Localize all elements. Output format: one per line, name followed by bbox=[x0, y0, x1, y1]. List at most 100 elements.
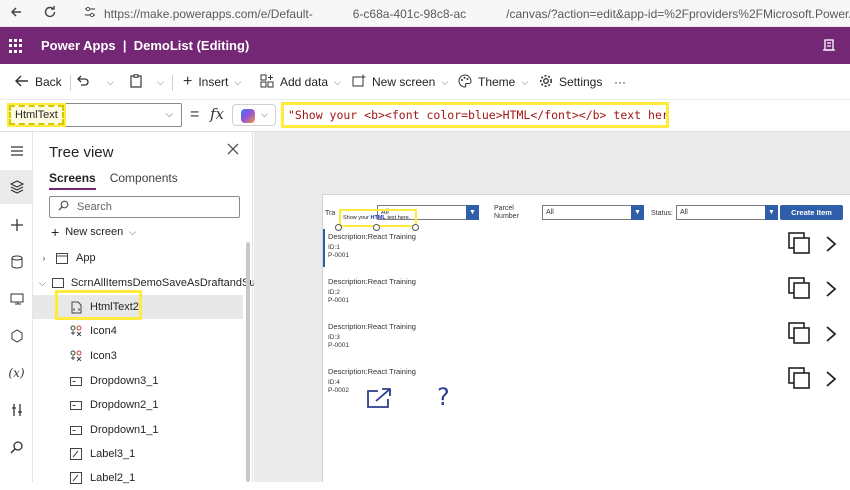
filter-label-1: Tra bbox=[325, 210, 336, 217]
copy-icon[interactable] bbox=[787, 276, 811, 300]
arrow-left-icon bbox=[15, 74, 29, 90]
more-button[interactable]: ··· bbox=[614, 73, 626, 91]
tree-node-dropdown1-1[interactable]: Dropdown1_1 bbox=[33, 418, 243, 442]
address-bar[interactable]: https://make.powerapps.com/e/Default- 6-… bbox=[76, 3, 850, 24]
tab-screens[interactable]: Screens bbox=[49, 171, 96, 190]
back-arrow-icon[interactable] bbox=[8, 5, 24, 21]
paste-button[interactable] bbox=[130, 73, 148, 91]
tree-node-icon3[interactable]: Icon3 bbox=[33, 344, 243, 368]
share-icon[interactable] bbox=[366, 387, 392, 409]
chevron-right-icon[interactable] bbox=[825, 325, 837, 343]
theme-button[interactable]: Theme ⌵ bbox=[458, 73, 528, 91]
environment-icon[interactable] bbox=[822, 38, 836, 52]
screen-icon bbox=[51, 277, 64, 289]
gallery-item[interactable]: Description:React Training ID:3 P-0001 bbox=[323, 319, 850, 364]
chevron-down-icon[interactable]: ▼ bbox=[466, 205, 479, 220]
tree-node-label: App bbox=[76, 252, 96, 264]
canvas-area: Tra All ▼ Show your HTML text here. Parc… bbox=[254, 132, 850, 482]
copy-icon[interactable] bbox=[787, 231, 811, 255]
undo-dropdown[interactable]: ⌵ bbox=[101, 73, 114, 91]
chevron-down-icon[interactable]: ▼ bbox=[765, 205, 778, 220]
back-button[interactable]: Back bbox=[15, 73, 62, 91]
reload-icon[interactable] bbox=[42, 5, 58, 21]
site-info-icon[interactable] bbox=[84, 6, 96, 21]
tree-node-icon4[interactable]: Icon4 bbox=[33, 319, 243, 343]
dropdown-3[interactable]: All ▼ bbox=[676, 205, 778, 220]
copilot-button[interactable]: ⌵ bbox=[232, 104, 276, 126]
property-selector[interactable]: HtmlText ⌵ bbox=[7, 103, 182, 127]
divider bbox=[70, 75, 71, 91]
app-icon bbox=[55, 252, 69, 264]
divider bbox=[172, 75, 173, 91]
insert-button[interactable]: + Insert ⌵ bbox=[183, 73, 241, 91]
tools-icon[interactable] bbox=[0, 393, 33, 427]
item-parcel: P-0001 bbox=[328, 342, 349, 349]
variables-icon[interactable]: (x) bbox=[0, 356, 33, 390]
create-item-button[interactable]: Create Item bbox=[780, 205, 843, 220]
app-launcher-icon[interactable] bbox=[9, 39, 23, 53]
tree-node-label: Icon3 bbox=[90, 350, 117, 362]
more-label: ··· bbox=[614, 75, 626, 89]
item-description: Description:React Training bbox=[328, 277, 416, 286]
tab-components[interactable]: Components bbox=[110, 171, 178, 190]
dropdown-control-icon bbox=[69, 424, 83, 436]
undo-button[interactable] bbox=[76, 73, 95, 91]
insert-label: Insert bbox=[198, 75, 229, 89]
item-id: ID:1 bbox=[328, 244, 340, 251]
chevron-down-icon: ⌵ bbox=[157, 76, 164, 87]
hamburger-icon[interactable] bbox=[0, 134, 33, 168]
tree-new-screen-button[interactable]: + New screen ⌵ bbox=[51, 224, 136, 240]
tree-node-label: Icon4 bbox=[90, 325, 117, 337]
selection-highlight bbox=[55, 290, 142, 320]
chevron-right-icon[interactable] bbox=[825, 235, 837, 253]
tree-node-dropdown3-1[interactable]: Dropdown3_1 bbox=[33, 369, 243, 393]
tree-scrollbar[interactable] bbox=[246, 242, 250, 482]
search-icon bbox=[58, 200, 69, 214]
clipboard-icon bbox=[130, 73, 142, 91]
copy-icon[interactable] bbox=[787, 366, 811, 390]
plus-icon[interactable] bbox=[0, 208, 33, 242]
chevron-right-icon: › bbox=[42, 253, 46, 263]
chevron-down-icon[interactable]: ▼ bbox=[631, 205, 644, 220]
app-screen[interactable]: Tra All ▼ Show your HTML text here. Parc… bbox=[322, 194, 850, 482]
gallery-item[interactable]: Description:React Training ID:1 P-0001 bbox=[323, 229, 850, 274]
layers-icon[interactable] bbox=[0, 170, 33, 204]
search-icon[interactable] bbox=[0, 430, 33, 464]
gallery-item[interactable]: Description:React Training ID:4 P-0002 bbox=[323, 364, 850, 409]
item-parcel: P-0002 bbox=[328, 387, 349, 394]
tree-node-dropdown2-1[interactable]: Dropdown2_1 bbox=[33, 393, 243, 417]
add-data-label: Add data bbox=[280, 75, 329, 89]
components-icon[interactable] bbox=[0, 319, 33, 353]
html-text-bold: HTML bbox=[370, 215, 386, 221]
media-icon[interactable] bbox=[0, 282, 33, 316]
item-parcel: P-0001 bbox=[328, 297, 349, 304]
tree-search-input[interactable]: Search bbox=[49, 196, 240, 218]
close-icon[interactable] bbox=[227, 142, 239, 159]
chevron-down-icon: ⌵ bbox=[234, 76, 242, 87]
new-screen-button[interactable]: New screen ⌵ bbox=[352, 73, 448, 91]
formula-input[interactable]: "Show your <b><font color=blue>HTML</fon… bbox=[281, 102, 669, 128]
search-placeholder: Search bbox=[77, 201, 112, 213]
item-description: Description:React Training bbox=[328, 232, 416, 241]
dropdown-2[interactable]: All ▼ bbox=[542, 205, 644, 220]
label-control-icon bbox=[69, 448, 83, 460]
label-control-icon bbox=[69, 472, 83, 484]
tree-node-app[interactable]: › App bbox=[33, 246, 243, 270]
chevron-down-icon: ⌵ bbox=[129, 226, 137, 237]
chevron-right-icon[interactable] bbox=[825, 370, 837, 388]
tree-node-label: Label3_1 bbox=[90, 448, 136, 460]
icon-control-icon bbox=[69, 350, 83, 362]
settings-button[interactable]: Settings bbox=[539, 73, 602, 91]
database-icon[interactable] bbox=[0, 245, 33, 279]
copy-icon[interactable] bbox=[787, 321, 811, 345]
chevron-down-icon: ⌵ bbox=[334, 76, 341, 87]
add-data-button[interactable]: Add data ⌵ bbox=[260, 73, 341, 91]
tree-node-label2-1[interactable]: Label2_1 bbox=[33, 466, 243, 490]
chevron-right-icon[interactable] bbox=[825, 280, 837, 298]
gallery-item[interactable]: Description:React Training ID:2 P-0001 bbox=[323, 274, 850, 319]
paste-dropdown[interactable]: ⌵ bbox=[151, 73, 164, 91]
help-icon[interactable]: ? bbox=[437, 383, 450, 411]
plus-icon: + bbox=[183, 73, 193, 90]
tree-node-label3-1[interactable]: Label3_1 bbox=[33, 442, 243, 466]
plus-icon: + bbox=[51, 224, 60, 240]
